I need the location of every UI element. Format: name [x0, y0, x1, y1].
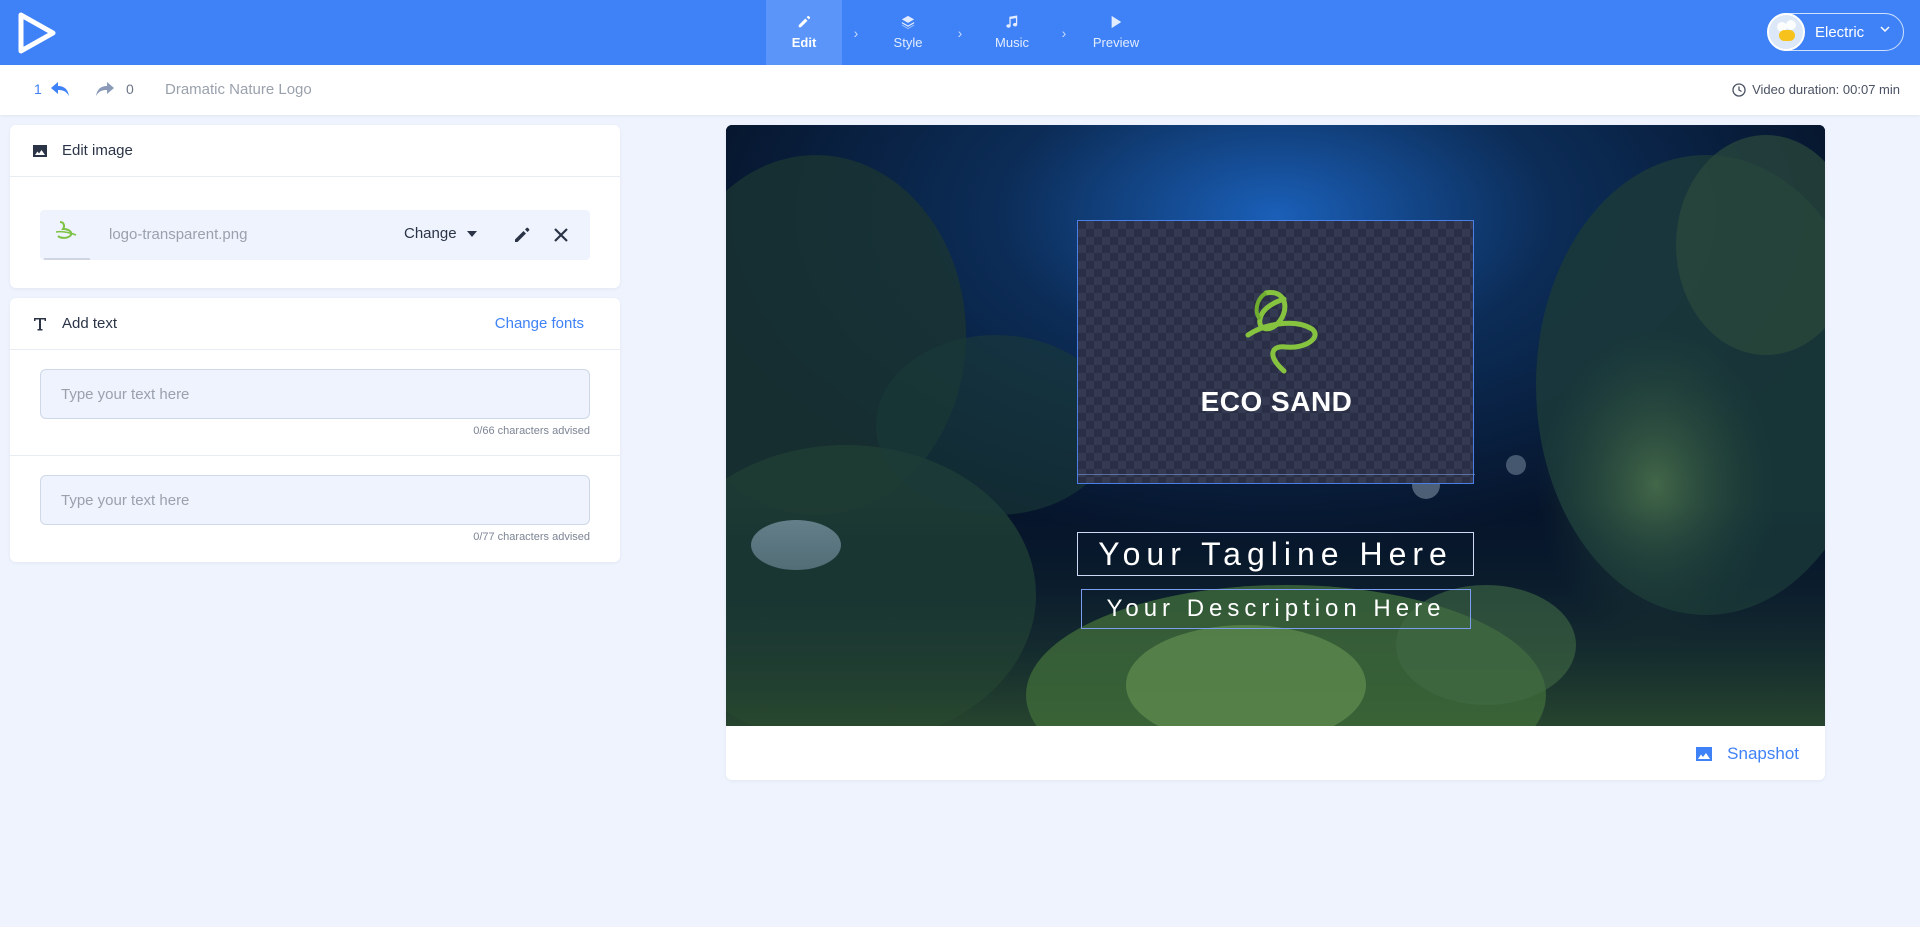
undo-icon[interactable] [49, 80, 71, 98]
music-note-icon [1006, 15, 1018, 28]
tagline-text-input[interactable] [40, 369, 590, 419]
snapshot-label: Snapshot [1727, 744, 1799, 763]
clock-icon [1732, 82, 1746, 97]
pencil-icon [798, 15, 811, 28]
account-menu[interactable]: Electric [1767, 13, 1904, 51]
step-style[interactable]: Style [870, 0, 946, 65]
duration-text: Video duration: 00:07 min [1752, 82, 1900, 97]
top-navigation-bar: Edit › Style › Music › Preview Electric [0, 0, 1920, 65]
char-count-hint: 0/77 characters advised [473, 531, 590, 543]
chevron-right-icon: › [957, 24, 963, 41]
avatar [1767, 13, 1805, 51]
logo-placeholder[interactable]: ECO SAND [1077, 220, 1475, 484]
leaf-logo-icon [55, 221, 77, 239]
undo-count: 1 [34, 81, 42, 97]
step-edit[interactable]: Edit [766, 0, 842, 65]
image-icon [1696, 747, 1713, 761]
step-label: Style [893, 35, 923, 50]
layers-icon [901, 15, 915, 29]
step-label: Music [995, 35, 1029, 50]
caret-down-icon [466, 230, 477, 237]
image-icon [33, 144, 47, 157]
description-text-input[interactable] [40, 475, 590, 525]
panel-title: Edit image [62, 142, 133, 159]
toolbar: 1 0 Dramatic Nature Logo Video duration:… [0, 65, 1920, 115]
panel-header: Add text Change fonts [10, 298, 620, 350]
tagline-text-box[interactable]: Your Tagline Here [1077, 532, 1474, 576]
divider [1078, 474, 1475, 475]
change-image-button[interactable]: Change [404, 225, 477, 242]
snapshot-button[interactable]: Snapshot [1695, 744, 1799, 764]
panel-title: Add text [62, 315, 118, 332]
step-label: Edit [791, 35, 817, 50]
divider [10, 455, 620, 456]
step-label: Preview [1092, 35, 1140, 50]
chevron-right-icon: › [853, 24, 859, 41]
edit-pencil-icon[interactable] [512, 225, 532, 245]
video-preview[interactable]: ECO SAND Your Tagline Here Your Descript… [726, 125, 1825, 726]
account-name: Electric [1815, 23, 1865, 41]
add-text-panel: Add text Change fonts 0/66 characters ad… [10, 298, 620, 562]
wizard-steps: Edit › Style › Music › Preview [766, 0, 1154, 65]
video-duration: Video duration: 00:07 min [1732, 82, 1900, 97]
logo-text: ECO SAND [1200, 386, 1353, 417]
image-thumbnail [44, 214, 90, 260]
step-music[interactable]: Music [974, 0, 1050, 65]
chevron-right-icon: › [1061, 24, 1067, 41]
change-fonts-link[interactable]: Change fonts [495, 315, 584, 332]
chevron-down-icon [1880, 26, 1890, 33]
project-name[interactable]: Dramatic Nature Logo [165, 81, 312, 98]
remove-image-icon[interactable] [552, 226, 570, 244]
play-icon [1111, 15, 1122, 29]
panel-header: Edit image [10, 125, 620, 177]
video-preview-card: ECO SAND Your Tagline Here Your Descript… [726, 125, 1825, 780]
redo-icon[interactable] [94, 80, 116, 98]
image-filename: logo-transparent.png [109, 226, 248, 243]
eco-leaf-logo-icon [1245, 290, 1318, 374]
step-preview[interactable]: Preview [1078, 0, 1154, 65]
change-label: Change [404, 225, 457, 242]
image-file-row: logo-transparent.png Change [40, 210, 590, 260]
text-icon [34, 317, 46, 330]
description-text-box[interactable]: Your Description Here [1081, 589, 1471, 629]
char-count-hint: 0/66 characters advised [473, 425, 590, 437]
app-logo-icon[interactable] [18, 12, 56, 54]
edit-image-panel: Edit image logo-transparent.png Change [10, 125, 620, 288]
redo-count: 0 [126, 81, 134, 97]
